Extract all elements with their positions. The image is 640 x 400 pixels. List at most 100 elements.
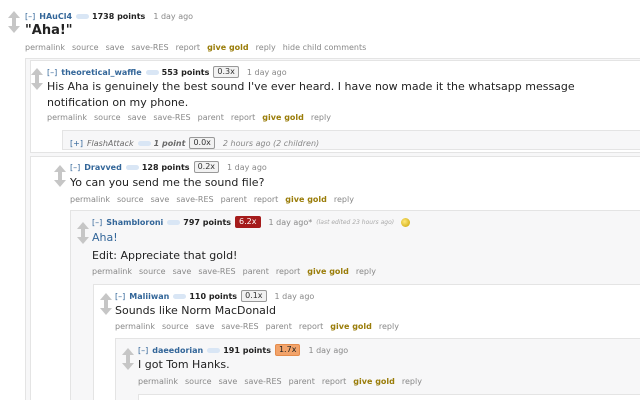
upvote-arrow-icon[interactable]	[8, 11, 20, 22]
flair-toggle-icon[interactable]	[173, 293, 187, 299]
collapse-toggle[interactable]: [–]	[115, 292, 125, 301]
vote-arrows	[99, 293, 113, 315]
collapse-toggle[interactable]: [–]	[70, 163, 80, 172]
vote-arrows	[7, 11, 21, 33]
report-button[interactable]: report	[231, 113, 255, 122]
save-button[interactable]: save	[173, 267, 192, 276]
save-button[interactable]: save	[196, 322, 215, 331]
author-link[interactable]: HAuCl4	[39, 12, 72, 21]
expand-toggle[interactable]: [+]	[70, 139, 83, 148]
author-link[interactable]: daeedorian	[152, 346, 203, 355]
comment-tagline: [–] daeedorian 191 points 1.7x 1 day ago	[138, 344, 352, 356]
flair-toggle-icon[interactable]	[145, 69, 159, 75]
flair-toggle-icon[interactable]	[167, 219, 181, 225]
score: 1738 points	[92, 12, 146, 21]
permalink-button[interactable]: permalink	[92, 267, 132, 276]
save-button[interactable]: save	[128, 113, 147, 122]
collapse-toggle[interactable]: [–]	[47, 68, 57, 77]
downvote-arrow-icon[interactable]	[8, 21, 20, 33]
source-button[interactable]: source	[72, 43, 99, 52]
child-comment-peek	[138, 394, 640, 400]
vote-ratio-badge: 6.2x	[235, 216, 261, 228]
comment-tagline: [+] FlashAttack 1 point 0.0x 2 hours ago…	[70, 137, 323, 149]
parent-button[interactable]: parent	[243, 267, 269, 276]
edited-note: (last edited 23 hours ago)	[316, 218, 395, 226]
save-res-button[interactable]: save-RES	[153, 113, 190, 122]
save-res-button[interactable]: save-RES	[131, 43, 168, 52]
reply-button[interactable]: reply	[356, 267, 376, 276]
report-button[interactable]: report	[299, 322, 323, 331]
save-res-button[interactable]: save-RES	[221, 322, 258, 331]
give-gold-button[interactable]: give gold	[330, 322, 372, 331]
permalink-button[interactable]: permalink	[115, 322, 155, 331]
timestamp: 1 day ago	[227, 162, 267, 172]
vote-ratio-badge: 0.0x	[189, 137, 215, 149]
downvote-arrow-icon[interactable]	[31, 78, 43, 90]
source-button[interactable]: source	[94, 113, 121, 122]
give-gold-button[interactable]: give gold	[207, 43, 249, 52]
flair-toggle-icon[interactable]	[125, 164, 139, 170]
comment-buttons: permalink source save save-RES report give go…	[25, 43, 373, 52]
author-link[interactable]: Dravved	[84, 163, 122, 172]
upvote-arrow-icon[interactable]	[54, 165, 66, 176]
save-button[interactable]: save	[151, 195, 170, 204]
reply-button[interactable]: reply	[379, 322, 399, 331]
give-gold-button[interactable]: give gold	[262, 113, 304, 122]
author-link[interactable]: theoretical_waffle	[61, 68, 141, 77]
save-res-button[interactable]: save-RES	[176, 195, 213, 204]
report-button[interactable]: report	[254, 195, 278, 204]
parent-button[interactable]: parent	[266, 322, 292, 331]
score: 128 points	[141, 162, 190, 172]
permalink-button[interactable]: permalink	[25, 43, 65, 52]
parent-button[interactable]: parent	[198, 113, 224, 122]
source-button[interactable]: source	[162, 322, 189, 331]
flair-toggle-icon[interactable]	[137, 140, 151, 146]
vote-ratio-badge: 0.1x	[241, 290, 267, 302]
reply-button[interactable]: reply	[334, 195, 354, 204]
upvote-arrow-icon[interactable]	[77, 222, 89, 233]
downvote-arrow-icon[interactable]	[100, 303, 112, 315]
reply-button[interactable]: reply	[256, 43, 276, 52]
downvote-arrow-icon[interactable]	[54, 175, 66, 187]
source-button[interactable]: source	[117, 195, 144, 204]
score: 1 point	[153, 138, 186, 148]
flair-toggle-icon[interactable]	[76, 14, 90, 19]
comment-body: Yo can you send me the sound file?	[70, 176, 265, 189]
save-button[interactable]: save	[219, 377, 238, 386]
save-res-button[interactable]: save-RES	[198, 267, 235, 276]
source-button[interactable]: source	[185, 377, 212, 386]
comment-buttons: permalink source save save-RES parent report g…	[92, 267, 383, 276]
flair-toggle-icon[interactable]	[207, 347, 221, 353]
author-link[interactable]: Maliiwan	[129, 292, 169, 301]
source-button[interactable]: source	[139, 267, 166, 276]
reply-button[interactable]: reply	[402, 377, 422, 386]
report-button[interactable]: report	[322, 377, 346, 386]
parent-button[interactable]: parent	[221, 195, 247, 204]
report-button[interactable]: report	[176, 43, 200, 52]
give-gold-button[interactable]: give gold	[353, 377, 395, 386]
permalink-button[interactable]: permalink	[47, 113, 87, 122]
comment-body: I got Tom Hanks.	[138, 358, 230, 371]
collapse-toggle[interactable]: [–]	[25, 12, 35, 21]
parent-button[interactable]: parent	[289, 377, 315, 386]
upvote-arrow-icon[interactable]	[122, 348, 134, 359]
collapse-toggle[interactable]: [–]	[92, 218, 102, 227]
reply-button[interactable]: reply	[311, 113, 331, 122]
permalink-button[interactable]: permalink	[138, 377, 178, 386]
upvote-arrow-icon[interactable]	[100, 293, 112, 304]
author-link[interactable]: Shambloroni	[106, 218, 163, 227]
author-link[interactable]: FlashAttack	[87, 139, 134, 148]
save-button[interactable]: save	[106, 43, 125, 52]
comment-body-line2: Edit: Appreciate that gold!	[92, 249, 238, 262]
report-button[interactable]: report	[276, 267, 300, 276]
downvote-arrow-icon[interactable]	[77, 232, 89, 244]
upvote-arrow-icon[interactable]	[31, 68, 43, 79]
give-gold-button[interactable]: give gold	[285, 195, 327, 204]
give-gold-button[interactable]: give gold	[307, 267, 349, 276]
gilded-star-icon	[401, 217, 411, 227]
collapse-toggle[interactable]: [–]	[138, 346, 148, 355]
downvote-arrow-icon[interactable]	[122, 358, 134, 370]
hide-child-comments-button[interactable]: hide child comments	[283, 43, 367, 52]
permalink-button[interactable]: permalink	[70, 195, 110, 204]
save-res-button[interactable]: save-RES	[244, 377, 281, 386]
